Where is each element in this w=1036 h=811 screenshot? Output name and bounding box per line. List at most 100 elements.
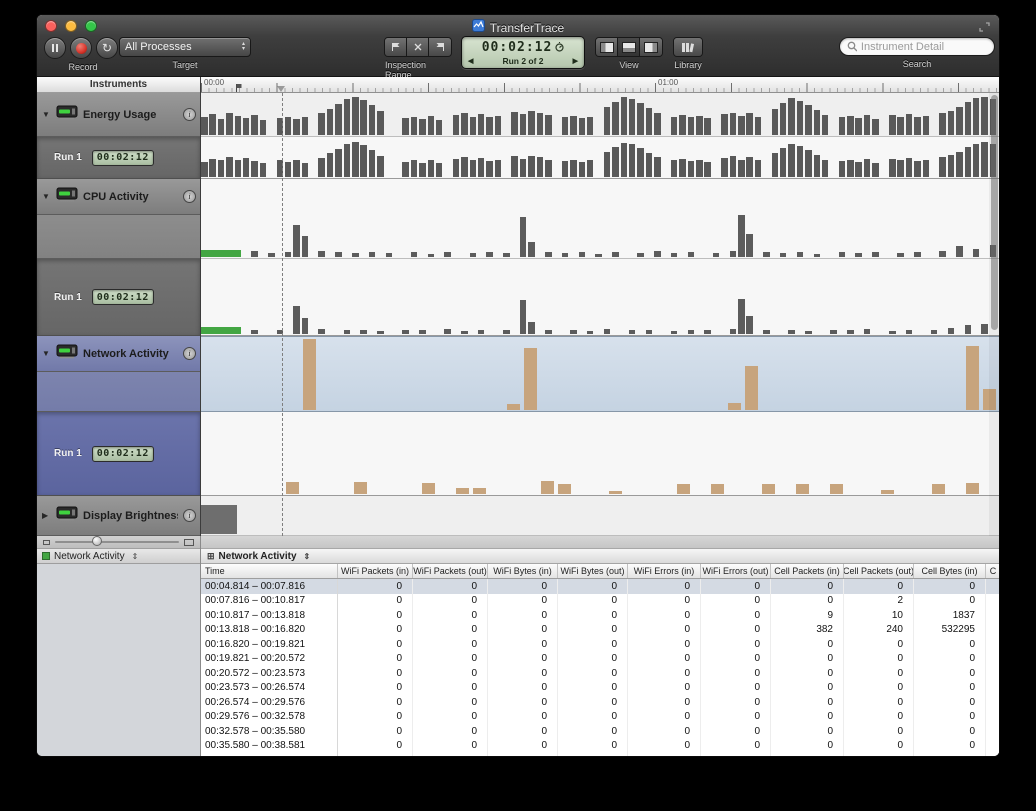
table-cell: 0 — [628, 681, 701, 696]
table-row[interactable]: 00:35.580 – 00:38.581000000000 — [201, 739, 999, 754]
ruler-tick-label: 01:00 — [658, 78, 678, 87]
next-run-button[interactable]: ▶ — [573, 57, 578, 65]
table-row[interactable]: 00:20.572 – 00:23.573000000000 — [201, 666, 999, 681]
info-button[interactable]: i — [183, 509, 196, 522]
track-network-activity[interactable] — [201, 336, 999, 412]
table-row[interactable]: 00:38.581 – 00:40.777000000010 — [201, 753, 999, 756]
disclosure-icon[interactable]: ▼ — [42, 349, 51, 358]
table-row[interactable]: 00:13.818 – 00:16.820000000382240532295 — [201, 623, 999, 638]
pause-icon — [52, 44, 58, 52]
chart-bar — [805, 150, 812, 177]
zoom-slider[interactable] — [55, 541, 179, 543]
chart-bar — [671, 117, 678, 135]
inspection-range-start-button[interactable] — [385, 38, 407, 56]
track-cpu-activity[interactable] — [201, 179, 999, 259]
column-header[interactable]: WiFi Packets (in) — [338, 564, 413, 578]
track-energy-usage-run1[interactable] — [201, 137, 999, 179]
chart-bar — [537, 157, 544, 177]
chart-bar — [966, 346, 979, 410]
pause-button[interactable] — [44, 37, 66, 59]
run-row-cpu[interactable]: Run 1 00:02:12 — [37, 259, 200, 336]
library-button[interactable] — [674, 38, 702, 56]
sidebar-item-cpu-activity-body[interactable] — [37, 215, 200, 259]
table-row[interactable]: 00:10.817 – 00:13.8180000009101837 — [201, 608, 999, 623]
disclosure-icon[interactable]: ▼ — [42, 192, 51, 201]
loop-button[interactable]: ↻ — [96, 37, 118, 59]
run-row-network[interactable]: Run 1 00:02:12 — [37, 412, 200, 496]
target-dropdown[interactable]: All Processes ▴▾ — [119, 37, 251, 57]
table-row[interactable]: 00:26.574 – 00:29.576000000000 — [201, 695, 999, 710]
chart-bar — [814, 155, 821, 177]
sidebar-item-network-activity[interactable]: ▼ Network Activity i — [37, 336, 200, 372]
playhead-line[interactable] — [282, 93, 283, 536]
track-zoom-control[interactable] — [37, 536, 200, 549]
search-field[interactable] — [839, 37, 995, 56]
track-network-activity-run1[interactable] — [201, 412, 999, 496]
table-row[interactable]: 00:04.814 – 00:07.816000000000 — [201, 579, 999, 594]
scrollbar-thumb[interactable] — [991, 95, 998, 330]
sidebar-item-energy-usage[interactable]: ▼ Energy Usage i — [37, 93, 200, 137]
column-header[interactable]: WiFi Bytes (in) — [488, 564, 558, 578]
table-cell — [986, 652, 999, 667]
previous-run-button[interactable]: ◀ — [468, 57, 473, 65]
table-cell: 0 — [413, 579, 488, 594]
view-left-pane-button[interactable] — [596, 38, 618, 56]
table-cell: 0 — [771, 666, 844, 681]
detail-instrument-selector[interactable]: Network Activity ⇕ — [37, 549, 200, 564]
column-header[interactable]: C — [986, 564, 999, 578]
table-row[interactable]: 00:23.573 – 00:26.574000000000 — [201, 681, 999, 696]
table-cell: 0 — [628, 739, 701, 754]
chart-bar — [897, 160, 904, 177]
track-energy-usage[interactable] — [201, 93, 999, 137]
table-cell: 0 — [413, 608, 488, 623]
sidebar-item-display-brightness[interactable]: ▶ Display Brightness i — [37, 496, 200, 536]
chart-bar — [822, 160, 829, 177]
table-body: 00:04.814 – 00:07.81600000000000:07.816 … — [201, 579, 999, 756]
chart-bar — [679, 115, 686, 135]
track-cpu-activity-run1[interactable] — [201, 259, 999, 336]
run-row-energy[interactable]: Run 1 00:02:12 — [37, 137, 200, 179]
playhead-pointer-icon[interactable] — [277, 86, 285, 92]
chart-bar — [402, 162, 409, 177]
timeline-ruler[interactable]: 00:00 01:00 — [201, 77, 999, 93]
table-cell-time: 00:35.580 – 00:38.581 — [201, 739, 338, 754]
disclosure-icon[interactable]: ▶ — [42, 511, 51, 520]
view-right-pane-button[interactable] — [640, 38, 662, 56]
chart-bar — [956, 107, 963, 135]
table-row[interactable]: 00:32.578 – 00:35.580000000000 — [201, 724, 999, 739]
zoom-large-icon — [184, 539, 194, 546]
info-button[interactable]: i — [183, 108, 196, 121]
table-row[interactable]: 00:19.821 – 00:20.572000000000 — [201, 652, 999, 667]
sidebar-item-cpu-activity[interactable]: ▼ CPU Activity i — [37, 179, 200, 215]
disclosure-icon[interactable]: ▼ — [42, 110, 51, 119]
search-input[interactable] — [861, 41, 987, 53]
table-cell-time: 00:16.820 – 00:19.821 — [201, 637, 338, 652]
column-header[interactable]: WiFi Errors (in) — [628, 564, 701, 578]
titlebar[interactable]: TransferTrace — [37, 15, 999, 36]
info-button[interactable]: i — [183, 347, 196, 360]
column-header[interactable]: Cell Packets (in) — [771, 564, 844, 578]
column-header[interactable]: Time — [201, 564, 338, 578]
table-row[interactable]: 00:07.816 – 00:10.817000000020 — [201, 594, 999, 609]
zoom-slider-thumb[interactable] — [92, 536, 102, 546]
inspection-range-end-button[interactable] — [429, 38, 451, 56]
column-header[interactable]: Cell Bytes (in) — [914, 564, 986, 578]
column-header[interactable]: WiFi Errors (out) — [701, 564, 771, 578]
timeline-scrollbar[interactable] — [989, 93, 999, 536]
sidebar-item-network-activity-body[interactable] — [37, 372, 200, 412]
detail-table-titlebar[interactable]: ⊞ Network Activity ⇕ — [201, 549, 999, 564]
inspection-range-clear-button[interactable] — [407, 38, 429, 56]
chart-bar — [730, 329, 737, 334]
column-header[interactable]: WiFi Packets (out) — [413, 564, 488, 578]
view-bottom-pane-button[interactable] — [618, 38, 640, 56]
track-display-brightness[interactable] — [201, 496, 999, 536]
info-button[interactable]: i — [183, 190, 196, 203]
column-header[interactable]: WiFi Bytes (out) — [558, 564, 628, 578]
table-row[interactable]: 00:29.576 – 00:32.578000000000 — [201, 710, 999, 725]
column-header[interactable]: Cell Packets (out) — [844, 564, 914, 578]
table-row[interactable]: 00:16.820 – 00:19.821000000000 — [201, 637, 999, 652]
record-button[interactable] — [70, 37, 92, 59]
table-cell: 0 — [338, 608, 413, 623]
fullscreen-icon[interactable] — [978, 20, 991, 32]
chart-bar — [579, 162, 586, 177]
